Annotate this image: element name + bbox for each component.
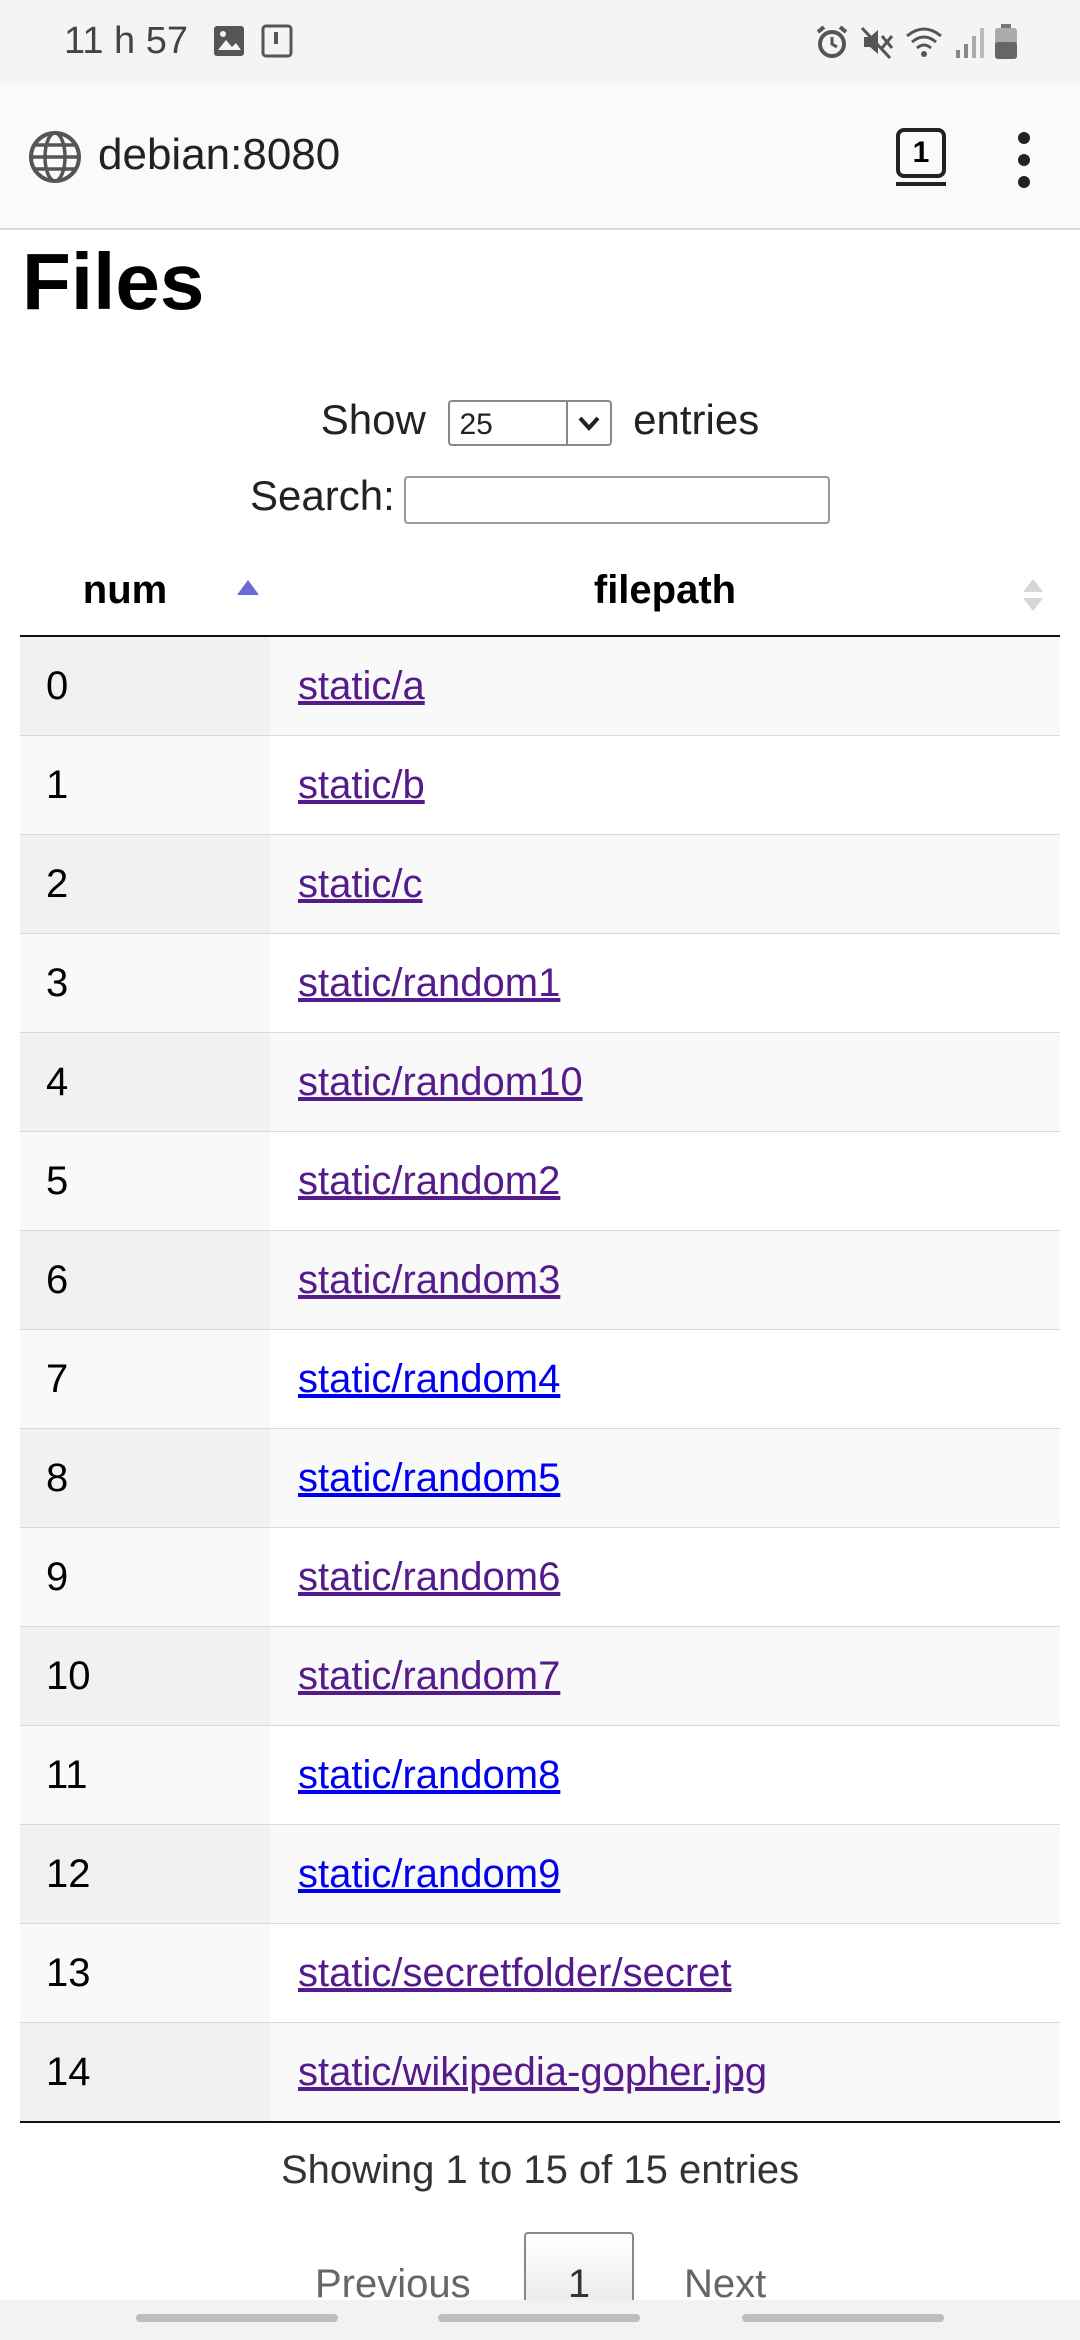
cell-filepath: static/wikipedia-gopher.jpg [270, 2023, 1060, 2121]
cell-filepath: static/random4 [270, 1330, 1060, 1428]
column-header-filepath[interactable]: filepath [270, 545, 1060, 635]
cell-num: 3 [20, 934, 270, 1032]
overflow-menu-icon[interactable] [1014, 132, 1034, 196]
cell-filepath: static/random10 [270, 1033, 1060, 1131]
entries-select-value: 25 [459, 407, 493, 441]
table-row: 8 static/random5 [20, 1429, 1060, 1528]
cell-filepath: static/random7 [270, 1627, 1060, 1725]
status-bar: 11 h 57 [0, 0, 1080, 84]
table-row: 3 static/random1 [20, 934, 1060, 1033]
browser-toolbar: debian:8080 1 [0, 84, 1080, 230]
table-row: 7 static/random4 [20, 1330, 1060, 1429]
filepath-link[interactable]: static/random1 [298, 961, 560, 1005]
cell-num: 10 [20, 1627, 270, 1725]
cell-num: 5 [20, 1132, 270, 1230]
table-row: 0 static/a [20, 637, 1060, 736]
sort-ascending-icon [237, 580, 259, 595]
filepath-link[interactable]: static/random8 [298, 1753, 560, 1797]
filepath-link[interactable]: static/secretfolder/secret [298, 1951, 732, 1995]
cell-num: 9 [20, 1528, 270, 1626]
cell-num: 6 [20, 1231, 270, 1329]
cell-filepath: static/random6 [270, 1528, 1060, 1626]
cell-num: 1 [20, 736, 270, 834]
nav-recent-handle[interactable] [136, 2314, 338, 2322]
table-row: 14 static/wikipedia-gopher.jpg [20, 2023, 1060, 2123]
cell-filepath: static/secretfolder/secret [270, 1924, 1060, 2022]
filepath-link[interactable]: static/random6 [298, 1555, 560, 1599]
show-label: Show [320, 396, 426, 443]
cell-num: 7 [20, 1330, 270, 1428]
table-row: 9 static/random6 [20, 1528, 1060, 1627]
battery-icon [995, 24, 1017, 59]
table-row: 4 static/random10 [20, 1033, 1060, 1132]
mute-icon [860, 26, 894, 60]
table-info: Showing 1 to 15 of 15 entries [280, 2148, 800, 2192]
table-row: 2 static/c [20, 835, 1060, 934]
cell-filepath: static/random8 [270, 1726, 1060, 1824]
image-icon [214, 26, 244, 56]
cell-filepath: static/random2 [270, 1132, 1060, 1230]
filepath-link[interactable]: static/random10 [298, 1060, 583, 1104]
filepath-link[interactable]: static/a [298, 664, 425, 708]
page-title: Files [22, 237, 205, 326]
globe-icon [29, 131, 81, 183]
pagination: Previous 1 Next [0, 2232, 1080, 2322]
signal-icon [956, 28, 984, 58]
entries-select[interactable]: 25 [447, 399, 612, 446]
cell-filepath: static/a [270, 637, 1060, 735]
nav-back-handle[interactable] [742, 2314, 944, 2322]
cell-filepath: static/random1 [270, 934, 1060, 1032]
table-row: 11 static/random8 [20, 1726, 1060, 1825]
tab-switcher-button[interactable]: 1 [896, 128, 946, 186]
table-row: 6 static/random3 [20, 1231, 1060, 1330]
cell-num: 14 [20, 2023, 270, 2121]
table-row: 10 static/random7 [20, 1627, 1060, 1726]
sort-both-icon [1023, 579, 1043, 611]
cell-num: 8 [20, 1429, 270, 1527]
column-header-num[interactable]: num [20, 545, 270, 635]
entries-label: entries [633, 396, 760, 443]
filepath-link[interactable]: static/random4 [298, 1357, 560, 1401]
filepath-link[interactable]: static/b [298, 763, 425, 807]
cell-num: 11 [20, 1726, 270, 1824]
nav-home-handle[interactable] [438, 2314, 640, 2322]
cell-filepath: static/random3 [270, 1231, 1060, 1329]
table-row: 12 static/random9 [20, 1825, 1060, 1924]
table-body: 0 static/a 1 static/b 2 static/c 3 static/rando… [20, 637, 1060, 2123]
table-header: num filepath [20, 545, 1060, 637]
status-time: 11 h 57 [64, 20, 188, 62]
search-input[interactable] [404, 476, 830, 524]
chevron-down-icon [578, 416, 599, 431]
filepath-link[interactable]: static/random3 [298, 1258, 560, 1302]
cell-filepath: static/c [270, 835, 1060, 933]
files-table: num filepath 0 static/a 1 static/b 2 static/c… [20, 545, 1060, 2123]
filepath-link[interactable]: static/wikipedia-gopher.jpg [298, 2050, 767, 2094]
cell-num: 0 [20, 637, 270, 735]
cell-num: 12 [20, 1825, 270, 1923]
filepath-link[interactable]: static/random2 [298, 1159, 560, 1203]
cell-num: 13 [20, 1924, 270, 2022]
search-label: Search: [250, 472, 395, 519]
filepath-link[interactable]: static/random9 [298, 1852, 560, 1896]
cell-num: 2 [20, 835, 270, 933]
wifi-icon [906, 27, 942, 57]
cell-num: 4 [20, 1033, 270, 1131]
address-bar[interactable]: debian:8080 [98, 130, 340, 180]
table-row: 5 static/random2 [20, 1132, 1060, 1231]
table-row: 13 static/secretfolder/secret [20, 1924, 1060, 2023]
alarm-icon [816, 25, 848, 58]
sim-icon [261, 24, 293, 58]
entries-length-control: Show 25 entries [0, 396, 1080, 446]
gesture-nav-bar [0, 2300, 1080, 2340]
filepath-link[interactable]: static/random7 [298, 1654, 560, 1698]
cell-filepath: static/random5 [270, 1429, 1060, 1527]
filepath-link[interactable]: static/random5 [298, 1456, 560, 1500]
filepath-link[interactable]: static/c [298, 862, 422, 906]
cell-filepath: static/b [270, 736, 1060, 834]
table-row: 1 static/b [20, 736, 1060, 835]
cell-filepath: static/random9 [270, 1825, 1060, 1923]
